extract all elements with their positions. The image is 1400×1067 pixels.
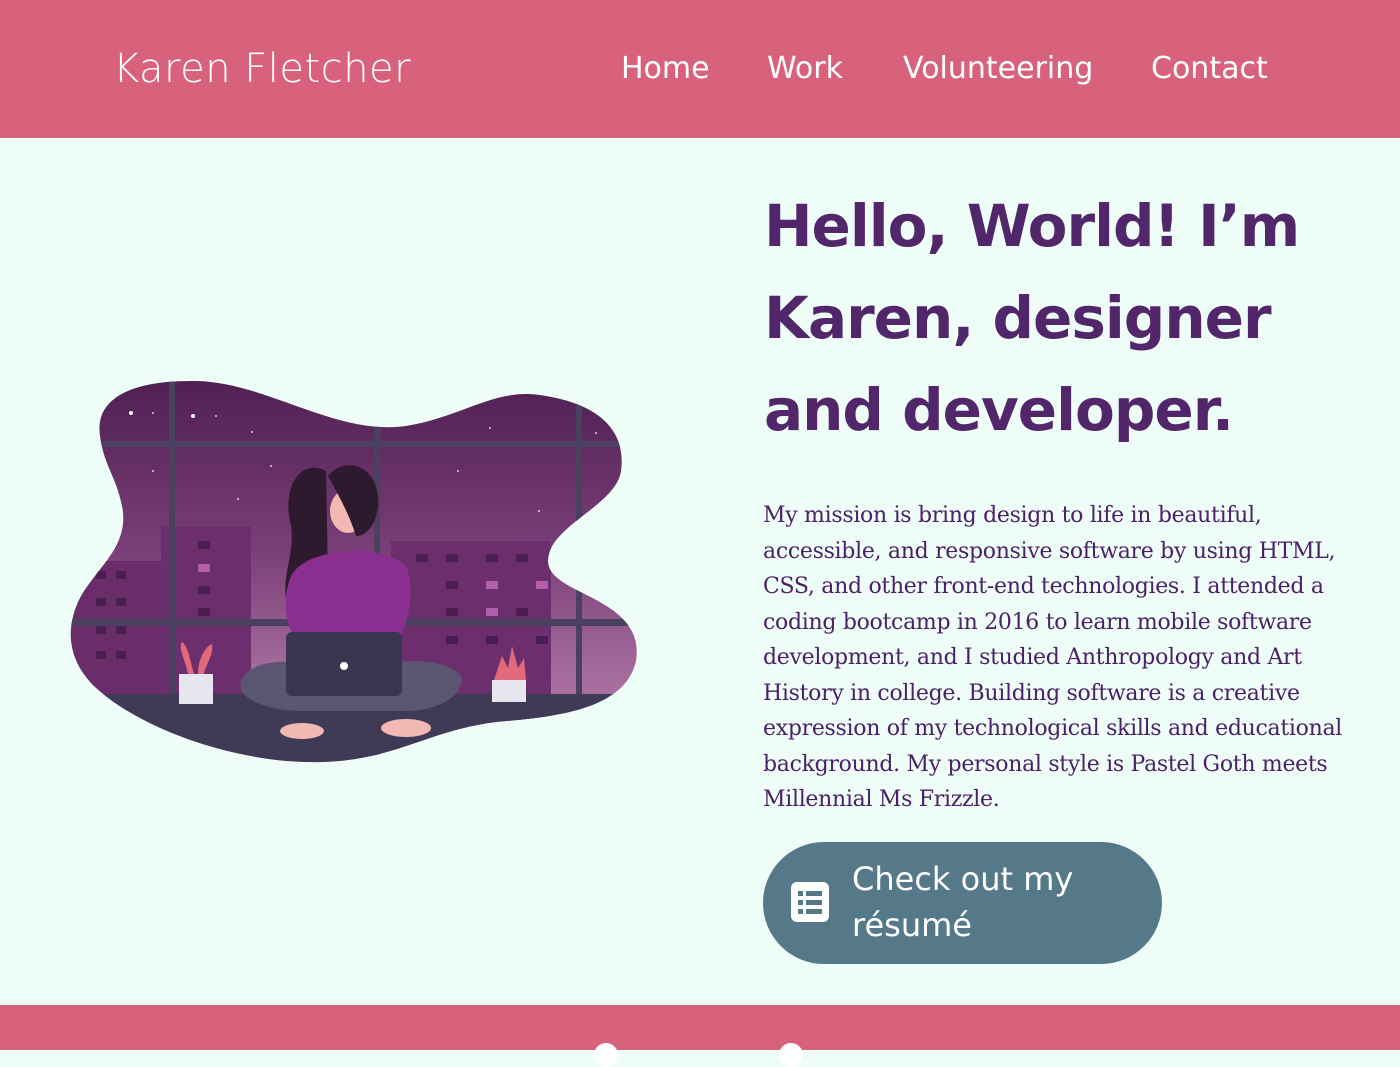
social-icon[interactable] bbox=[779, 1043, 803, 1067]
list-document-icon bbox=[791, 882, 829, 922]
site-brand[interactable]: Karen Fletcher bbox=[113, 42, 411, 96]
site-footer bbox=[0, 1005, 1400, 1067]
resume-button[interactable]: Check out my résumé bbox=[763, 842, 1162, 964]
site-header: Karen Fletcher Home Work Volunteering Co… bbox=[0, 0, 1400, 138]
nav-link-work[interactable]: Work bbox=[767, 48, 843, 90]
woman-with-laptop-night-city-illustration bbox=[70, 380, 637, 763]
nav-link-home[interactable]: Home bbox=[621, 48, 710, 90]
social-icon[interactable] bbox=[594, 1043, 618, 1067]
resume-button-label: Check out my résumé bbox=[852, 860, 1074, 944]
hero-headline: Hello, World! I’m Karen, designer and de… bbox=[764, 192, 1300, 444]
nav-link-contact[interactable]: Contact bbox=[1151, 48, 1268, 90]
nav-link-volunteering[interactable]: Volunteering bbox=[903, 48, 1093, 90]
mission-paragraph: My mission is bring design to life in be… bbox=[763, 503, 1342, 812]
